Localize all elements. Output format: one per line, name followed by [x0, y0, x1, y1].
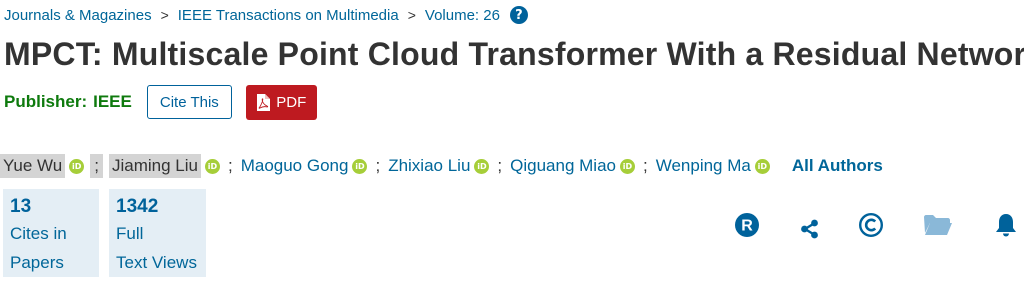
author-separator: ; — [227, 156, 233, 175]
rights-permissions-icon[interactable]: R — [733, 208, 761, 242]
orcid-icon[interactable]: iD — [754, 158, 770, 174]
cite-this-button[interactable]: Cite This — [146, 85, 232, 119]
author-name: Jiaming Liu — [108, 154, 201, 178]
author-separator: ; — [642, 156, 648, 175]
folder-icon[interactable] — [922, 208, 954, 242]
pdf-file-icon — [256, 93, 271, 111]
action-toolbar: R — [0, 208, 1024, 248]
orcid-icon[interactable]: iD — [204, 158, 220, 174]
author-separator: ; — [497, 156, 503, 175]
author-name: Zhixiao Liu — [388, 156, 471, 175]
author-qiguang-miao[interactable]: Qiguang Miao iD — [510, 156, 635, 176]
svg-text:R: R — [741, 218, 753, 235]
page-title: MPCT: Multiscale Point Cloud Transformer… — [4, 36, 1024, 72]
share-icon[interactable] — [796, 208, 824, 248]
breadcrumb-volume[interactable]: Volume: 26 — [425, 7, 500, 24]
author-jiaming-liu[interactable]: Jiaming Liu iD — [108, 154, 220, 178]
orcid-icon[interactable]: iD — [474, 158, 490, 174]
breadcrumb-separator: > — [160, 7, 169, 23]
breadcrumb: Journals & Magazines > IEEE Transactions… — [4, 4, 528, 26]
author-name: Qiguang Miao — [510, 156, 616, 175]
breadcrumb-journals-magazines[interactable]: Journals & Magazines — [4, 7, 152, 24]
author-maoguo-gong[interactable]: Maoguo Gong iD — [241, 156, 368, 176]
metric-label-line2: Papers — [10, 253, 64, 272]
cite-this-label: Cite This — [159, 93, 219, 111]
pdf-label: PDF — [276, 93, 307, 111]
copyright-icon[interactable] — [857, 208, 885, 242]
all-authors-link[interactable]: All Authors — [792, 156, 883, 176]
author-name: Yue Wu — [0, 154, 66, 178]
pdf-button[interactable]: PDF — [245, 84, 317, 120]
author-separator: ; — [375, 156, 381, 175]
breadcrumb-ieee-transactions-multimedia[interactable]: IEEE Transactions on Multimedia — [178, 7, 399, 24]
orcid-icon[interactable]: iD — [352, 158, 368, 174]
metric-label-line2: Text Views — [116, 253, 197, 272]
publisher-label: Publisher: — [4, 92, 88, 111]
author-zhixiao-liu[interactable]: Zhixiao Liu iD — [388, 156, 490, 176]
orcid-icon[interactable]: iD — [619, 158, 635, 174]
orcid-icon[interactable]: iD — [69, 158, 85, 174]
author-name: Wenping Ma — [655, 156, 751, 175]
publisher-name: IEEE — [93, 92, 132, 111]
publisher-row: Publisher: IEEE Cite This PDF — [4, 84, 317, 120]
bell-alert-icon[interactable] — [992, 208, 1020, 242]
authors-list: Yue Wu iD ; Jiaming Liu iD ; Maoguo Gong… — [0, 152, 883, 180]
breadcrumb-separator: > — [407, 7, 416, 23]
author-yue-wu[interactable]: Yue Wu iD — [0, 154, 85, 178]
question-icon[interactable]: ? — [509, 6, 528, 24]
author-wenping-ma[interactable]: Wenping Ma iD — [656, 156, 770, 176]
author-separator: ; — [90, 154, 103, 178]
author-name: Maoguo Gong — [240, 156, 349, 175]
